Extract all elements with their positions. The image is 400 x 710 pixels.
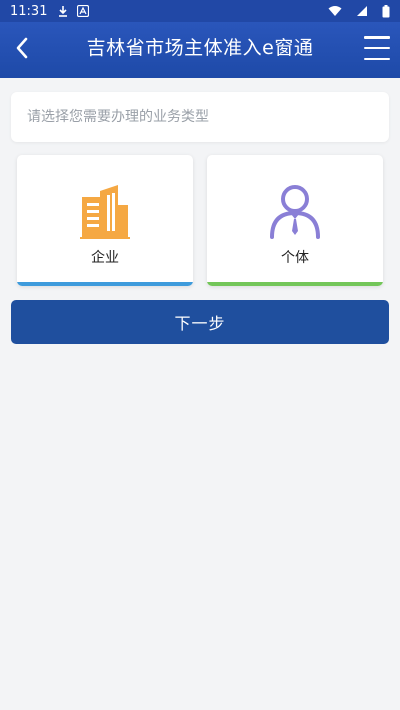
business-type-input[interactable] <box>25 108 375 126</box>
chevron-left-icon <box>16 37 28 59</box>
status-time: 11:31 <box>10 3 48 19</box>
option-card-individual[interactable]: 个体 <box>207 155 383 286</box>
option-bar-enterprise <box>17 282 193 286</box>
status-bar: 11:31 <box>0 0 400 22</box>
signal-icon <box>356 5 368 17</box>
building-icon <box>80 185 130 239</box>
back-button[interactable] <box>10 34 34 62</box>
option-label-individual: 个体 <box>281 250 309 266</box>
a-notification-icon <box>77 5 90 17</box>
page-title: 吉林省市场主体准入e窗通 <box>86 37 314 59</box>
download-icon <box>57 5 69 17</box>
next-step-button[interactable]: 下一步 <box>11 300 389 344</box>
app-header: 吉林省市场主体准入e窗通 <box>0 22 400 78</box>
option-bar-individual <box>207 282 383 286</box>
hamburger-menu-icon <box>364 36 390 39</box>
menu-button[interactable] <box>364 36 390 60</box>
option-card-enterprise[interactable]: 企业 <box>17 155 193 286</box>
option-label-enterprise: 企业 <box>91 250 119 266</box>
person-icon <box>270 185 320 239</box>
battery-icon <box>382 4 390 18</box>
wifi-icon <box>328 5 342 17</box>
business-type-field[interactable] <box>11 92 389 142</box>
